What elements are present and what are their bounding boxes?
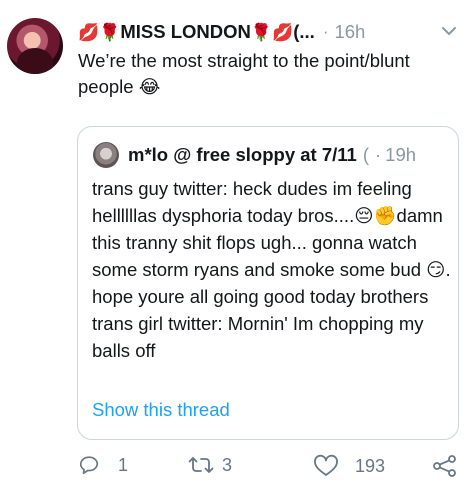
like-button[interactable]: 193 — [313, 454, 385, 478]
reply-button[interactable]: 1 — [78, 454, 128, 476]
name-prefix-emoji: 💋🌹 — [78, 22, 121, 42]
quote-header: m*lo @ free sloppy at 7/11 ( · 19h — [128, 141, 453, 169]
separator-dot: · — [322, 22, 329, 41]
tweet-header: 💋🌹 MISS LONDON 🌹💋 (... · 16h — [78, 18, 468, 46]
quote-timestamp: 19h — [385, 144, 417, 165]
quoted-tweet[interactable]: m*lo @ free sloppy at 7/11 ( · 19h trans… — [77, 126, 459, 440]
reply-icon — [79, 456, 99, 475]
name-suffix-emoji: 🌹💋 — [250, 22, 294, 42]
avatar[interactable] — [7, 18, 63, 74]
share-icon — [433, 455, 456, 477]
quote-text: trans guy twitter: heck dudes im feeling… — [92, 175, 452, 364]
retweet-button[interactable]: 3 — [188, 454, 232, 476]
tweet-text: We’re the most straight to the point/blu… — [78, 50, 410, 97]
share-button[interactable] — [432, 454, 458, 478]
smirk-emoji: 😏 — [426, 259, 446, 280]
show-thread-link[interactable]: Show this thread — [92, 399, 230, 421]
quote-display-name: m*lo @ free sloppy at 7/11 — [128, 144, 357, 165]
display-name[interactable]: MISS LONDON — [120, 21, 251, 43]
quote-avatar — [93, 142, 119, 168]
heart-icon — [314, 454, 338, 476]
pensive-fist-emoji: 😔✊ — [354, 205, 397, 226]
timestamp[interactable]: 16h — [334, 21, 365, 43]
action-bar: 1 3 193 — [0, 448, 471, 480]
reply-count: 1 — [118, 454, 129, 475]
chevron-down-icon[interactable] — [440, 24, 458, 38]
display-name-overflow: (... — [293, 21, 315, 42]
quote-handle: ( — [362, 144, 369, 165]
retweet-count: 3 — [222, 454, 233, 475]
quote-separator: · — [375, 144, 382, 165]
retweet-icon — [188, 457, 214, 473]
like-count: 193 — [355, 455, 386, 476]
